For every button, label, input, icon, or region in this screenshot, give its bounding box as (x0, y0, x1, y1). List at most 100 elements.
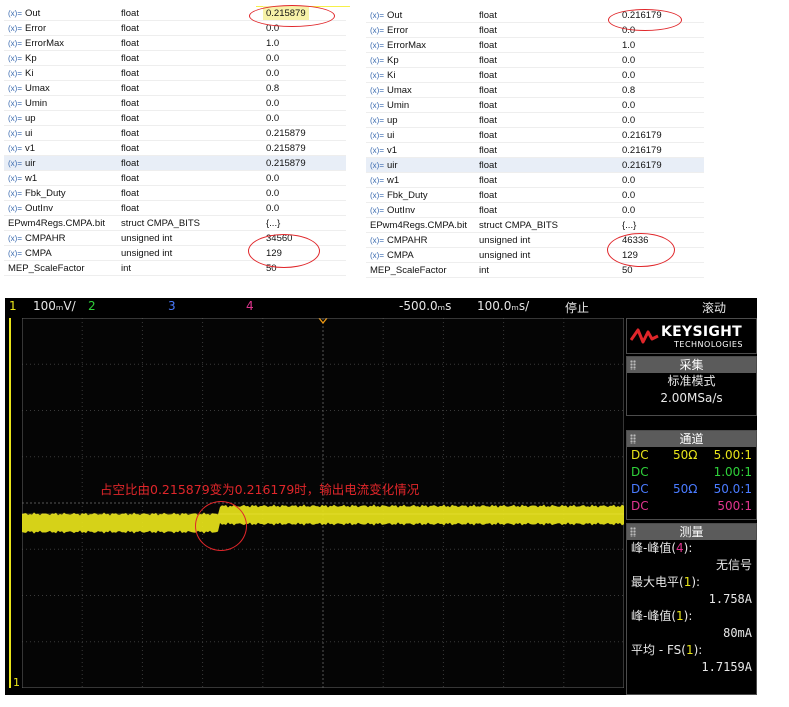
oscilloscope-screen: 1 100ₘV/ 2 3 4 -500.0ₘs 100.0ₘs/ 停止 滚动 1… (5, 298, 757, 695)
variable-row[interactable]: EPwm4Regs.CMPA.bit struct CMPA_BITS {...} (366, 218, 704, 233)
variable-icon: (x)= (370, 86, 384, 95)
highlight-circle-out-left (249, 5, 335, 27)
acquisition-title: 采集 (679, 358, 704, 372)
variable-type: struct CMPA_BITS (479, 220, 559, 231)
variable-name: (x)= uir (8, 156, 36, 171)
variable-value[interactable]: 0.8 (622, 83, 635, 98)
variable-value[interactable]: 0.0 (266, 51, 279, 66)
variable-value[interactable]: 0.0 (266, 66, 279, 81)
channel-row[interactable]: DC 1.00:1 (627, 464, 756, 481)
measurement-label-text: 最大电平( (631, 575, 684, 589)
variable-row[interactable]: (x)= Kp float 0.0 (4, 51, 346, 66)
variable-value[interactable]: {...} (622, 218, 636, 233)
variable-value[interactable]: 0.0 (266, 201, 279, 216)
variable-row[interactable]: (x)= Kp float 0.0 (366, 53, 704, 68)
ch1-indicator[interactable]: 1 (9, 299, 17, 313)
variable-name-text: Kp (387, 55, 399, 66)
measurements-box[interactable]: 测量 峰-峰值(4): 无信号 最大电平(1): 1.758A 峰-峰值(1): 80mA… (626, 523, 757, 695)
variable-row[interactable]: (x)= OutInv float 0.0 (4, 201, 346, 216)
measurement-label: 峰-峰值(1): (627, 608, 756, 625)
acquisition-box[interactable]: 采集 标准模式 2.00MSa/s (626, 356, 757, 416)
ch1-scale[interactable]: 100ₘV/ (33, 299, 76, 313)
variable-row[interactable]: (x)= Umin float 0.0 (366, 98, 704, 113)
variable-row[interactable]: (x)= Fbk_Duty float 0.0 (366, 188, 704, 203)
variable-row[interactable]: (x)= Umax float 0.8 (366, 83, 704, 98)
variable-row[interactable]: EPwm4Regs.CMPA.bit struct CMPA_BITS {...} (4, 216, 346, 231)
variable-value[interactable]: {...} (266, 216, 280, 231)
variable-row[interactable]: (x)= up float 0.0 (366, 113, 704, 128)
waveform-area[interactable] (22, 318, 624, 688)
variable-name: (x)= w1 (370, 173, 399, 188)
variable-name: (x)= up (8, 111, 36, 126)
time-scale[interactable]: 100.0ₘs/ (477, 299, 529, 313)
variable-value[interactable]: 0.0 (622, 53, 635, 68)
variable-row[interactable]: (x)= Fbk_Duty float 0.0 (4, 186, 346, 201)
variable-value[interactable]: 0.0 (622, 113, 635, 128)
variable-type: float (121, 113, 139, 124)
variable-row[interactable]: (x)= ErrorMax float 1.0 (4, 36, 346, 51)
variable-type: unsigned int (121, 233, 173, 244)
run-state[interactable]: 停止 (565, 299, 589, 316)
variable-value[interactable]: 0.0 (622, 98, 635, 113)
time-delay[interactable]: -500.0ₘs (399, 299, 451, 313)
variable-row[interactable]: (x)= w1 float 0.0 (366, 173, 704, 188)
variable-value[interactable]: 0.0 (622, 68, 635, 83)
variable-value[interactable]: 0.0 (266, 171, 279, 186)
variable-icon: (x)= (8, 189, 22, 198)
variable-name: (x)= ErrorMax (8, 36, 64, 51)
variable-name: (x)= up (370, 113, 398, 128)
variable-name: (x)= ui (370, 128, 394, 143)
variable-name-text: v1 (25, 143, 36, 154)
channels-box[interactable]: 通道 DC 50Ω 5.00:1 DC 1.00:1 DC 50Ω 50.0:1 DC 500:1 (626, 430, 757, 520)
variable-value[interactable]: 0.0 (266, 111, 279, 126)
variable-value[interactable]: 0.215879 (266, 126, 306, 141)
variable-row[interactable]: (x)= uir float 0.216179 (366, 158, 704, 173)
variable-row[interactable]: (x)= ui float 0.215879 (4, 126, 346, 141)
variable-value[interactable]: 0.0 (622, 188, 635, 203)
variable-row[interactable]: (x)= OutInv float 0.0 (366, 203, 704, 218)
ch4-indicator[interactable]: 4 (246, 299, 254, 313)
variable-value[interactable]: 0.216179 (622, 128, 662, 143)
row-divider (4, 275, 346, 276)
variable-icon: (x)= (370, 176, 384, 185)
variable-row[interactable]: (x)= v1 float 0.215879 (4, 141, 346, 156)
variable-name-text: ui (387, 130, 395, 141)
channel-row[interactable]: DC 50Ω 5.00:1 (627, 447, 756, 464)
variable-row[interactable]: (x)= w1 float 0.0 (4, 171, 346, 186)
variable-name: (x)= OutInv (370, 203, 415, 218)
variable-name: (x)= ui (8, 126, 32, 141)
channel-row[interactable]: DC 50Ω 50.0:1 (627, 481, 756, 498)
variable-value[interactable]: 0.215879 (266, 156, 306, 171)
variable-value[interactable]: 0.0 (622, 203, 635, 218)
variable-name: (x)= Kp (8, 51, 37, 66)
variable-value[interactable]: 0.0 (266, 186, 279, 201)
measurement-value: 1.7159A (701, 660, 752, 674)
channel-row[interactable]: DC 500:1 (627, 498, 756, 515)
brand-sub: TECHNOLOGIES (674, 340, 743, 349)
ch3-indicator[interactable]: 3 (168, 299, 176, 313)
variable-row[interactable]: (x)= ErrorMax float 1.0 (366, 38, 704, 53)
variable-row[interactable]: (x)= uir float 0.215879 (4, 156, 346, 171)
variable-value[interactable]: 1.0 (622, 38, 635, 53)
variable-value[interactable]: 0.216179 (622, 158, 662, 173)
ground-marker[interactable]: 1 (13, 676, 20, 689)
variable-row[interactable]: (x)= ui float 0.216179 (366, 128, 704, 143)
variable-value[interactable]: 1.0 (266, 36, 279, 51)
variable-row[interactable]: (x)= up float 0.0 (4, 111, 346, 126)
variable-value[interactable]: 0.0 (622, 173, 635, 188)
variable-type: float (479, 25, 497, 36)
acquisition-mode[interactable]: 滚动 (702, 299, 726, 316)
variable-value[interactable]: 0.216179 (622, 143, 662, 158)
variable-icon: (x)= (8, 159, 22, 168)
variable-value[interactable]: 0.8 (266, 81, 279, 96)
variable-row[interactable]: (x)= v1 float 0.216179 (366, 143, 704, 158)
variable-row[interactable]: (x)= Ki float 0.0 (366, 68, 704, 83)
variable-type: float (479, 205, 497, 216)
variable-row[interactable]: (x)= Ki float 0.0 (4, 66, 346, 81)
variable-row[interactable]: (x)= Umin float 0.0 (4, 96, 346, 111)
variable-value[interactable]: 0.0 (266, 96, 279, 111)
ch2-indicator[interactable]: 2 (88, 299, 96, 313)
scope-top-bar: 1 100ₘV/ 2 3 4 -500.0ₘs 100.0ₘs/ 停止 滚动 (5, 298, 757, 316)
variable-value[interactable]: 0.215879 (266, 141, 306, 156)
variable-row[interactable]: (x)= Umax float 0.8 (4, 81, 346, 96)
